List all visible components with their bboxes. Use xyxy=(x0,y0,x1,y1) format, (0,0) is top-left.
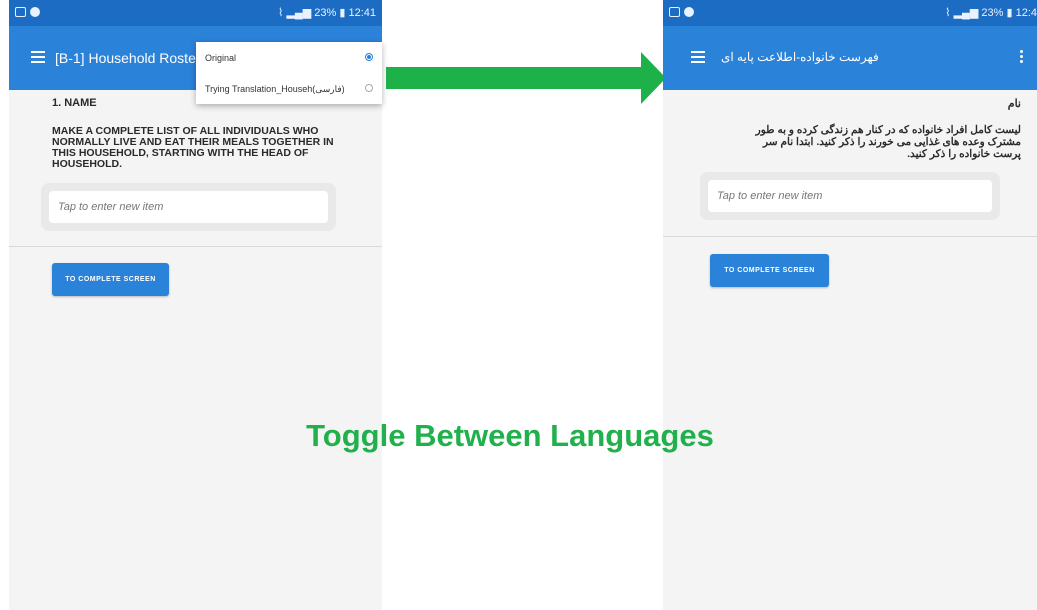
question-number: نام xyxy=(1007,98,1021,110)
language-option-farsi[interactable]: Trying Translation_Househ(فارسی) xyxy=(196,73,382,104)
page-title: فهرست خانواده-اطلاعت پایه ای xyxy=(721,50,879,64)
radio-selected-icon[interactable] xyxy=(365,53,373,61)
question-text: MAKE A COMPLETE LIST OF ALL INDIVIDUALS … xyxy=(52,125,334,170)
status-bar: ⌇ ▂▄▆ 23% ▮ 12:4 xyxy=(663,0,1037,26)
page-title: [B-1] Household Roster - xyxy=(55,50,210,66)
question-text: لیست کامل افراد خانواده که در کنار هم زن… xyxy=(755,124,1021,160)
language-option-original[interactable]: Original xyxy=(196,42,382,73)
phone-screen-translated: ⌇ ▂▄▆ 23% ▮ 12:4 فهرست خانواده-اطلاعت پا… xyxy=(663,0,1037,610)
status-bar: ⌇ ▂▄▆ 23% ▮ 12:41 xyxy=(9,0,382,26)
input-card: Tap to enter new item xyxy=(41,183,336,231)
arrow-shape xyxy=(386,52,666,104)
question-number: 1. NAME xyxy=(52,97,97,109)
stage: ⌇ ▂▄▆ 23% ▮ 12:41 [B-1] Household Roster… xyxy=(0,0,1037,610)
language-option-label: Trying Translation_Househ(فارسی) xyxy=(205,84,345,94)
clock: 12:4 xyxy=(1015,7,1037,19)
signal-icon: ⌇ ▂▄▆ xyxy=(945,7,979,19)
notification-icon xyxy=(30,7,40,17)
gallery-icon xyxy=(669,7,680,17)
kebab-icon[interactable] xyxy=(1020,50,1024,64)
app-bar: فهرست خانواده-اطلاعت پایه ای xyxy=(663,26,1037,90)
gallery-icon xyxy=(15,7,26,17)
new-item-input[interactable]: Tap to enter new item xyxy=(49,191,328,223)
signal-icon: ⌇ ▂▄▆ xyxy=(278,7,312,19)
to-complete-screen-button[interactable]: TO COMPLETE SCREEN xyxy=(710,254,829,287)
divider xyxy=(663,236,1037,237)
battery-level: 23% xyxy=(314,7,337,19)
battery-level: 23% xyxy=(981,7,1004,19)
language-option-label: Original xyxy=(205,53,237,63)
input-card: Tap to enter new item xyxy=(700,172,1000,220)
notification-icon xyxy=(684,7,694,17)
new-item-input[interactable]: Tap to enter new item xyxy=(708,180,992,212)
menu-icon[interactable] xyxy=(31,51,45,63)
radio-unselected-icon[interactable] xyxy=(365,84,373,92)
menu-icon[interactable] xyxy=(691,51,705,63)
battery-icon: ▮ xyxy=(339,7,346,19)
battery-icon: ▮ xyxy=(1006,7,1013,19)
right-arrow-icon xyxy=(386,52,666,104)
caption: Toggle Between Languages xyxy=(306,418,714,453)
divider xyxy=(9,246,382,247)
clock: 12:41 xyxy=(348,7,376,19)
language-menu: Original Trying Translation_Househ(فارسی… xyxy=(196,42,382,104)
to-complete-screen-button[interactable]: TO COMPLETE SCREEN xyxy=(52,263,169,296)
